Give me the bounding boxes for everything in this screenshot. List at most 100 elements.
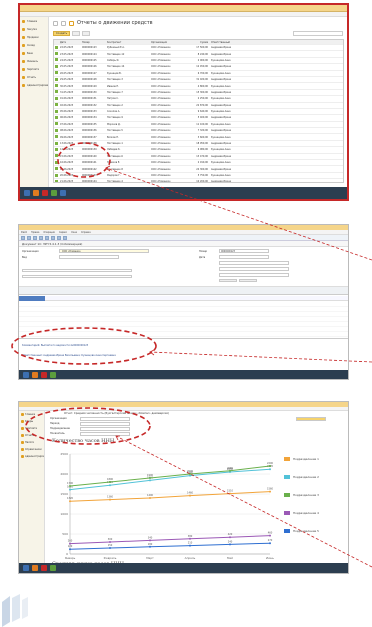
cell-responsible: Андреева Ирина [211, 78, 232, 82]
app-icon[interactable] [51, 190, 57, 196]
sidebar-item[interactable]: Закупки [20, 25, 48, 33]
data-label: 300 [108, 538, 113, 541]
section-icon [22, 35, 25, 39]
toolbar: Создать [50, 29, 347, 37]
add-button[interactable] [239, 279, 257, 282]
section-icon [22, 67, 25, 71]
col-sum[interactable]: Сумма [190, 41, 210, 44]
toolbar-button[interactable] [63, 235, 67, 240]
app-icon[interactable] [42, 190, 48, 196]
toolbar-button[interactable] [45, 235, 49, 240]
extra-field[interactable] [219, 267, 289, 271]
data-label: 380 [188, 535, 193, 538]
menu-item[interactable]: Операции [43, 230, 55, 234]
table-row[interactable] [45, 296, 348, 301]
toolbar-button[interactable] [39, 235, 43, 240]
sidebar-item-label: Склад [27, 43, 35, 47]
sidebar-item[interactable]: Отчеты [20, 73, 48, 81]
sidebar-item[interactable]: Администрирование [19, 453, 44, 460]
table-row[interactable]: 21.06.2023 0000000144 Поставщик-4 ООО «Рома… [54, 179, 343, 182]
forward-button[interactable] [61, 20, 66, 26]
cell-responsible: Кузнецова Анна [211, 110, 231, 114]
comment-field[interactable] [22, 269, 132, 272]
toolbar-button[interactable] [27, 235, 31, 240]
explorer-icon[interactable] [32, 565, 38, 571]
cell-number: 0000000138 [82, 142, 97, 146]
app-icon[interactable] [50, 565, 56, 571]
sidebar-item[interactable]: Налоги [19, 439, 44, 446]
favorite-star-icon[interactable] [69, 20, 74, 26]
cell-sum: 8 240,00 [197, 52, 208, 56]
toolbar-button[interactable] [21, 235, 25, 240]
fill-button[interactable] [219, 279, 237, 282]
data-label: 240 [228, 540, 233, 543]
back-button[interactable] [53, 20, 58, 26]
cell-sum: 5 750,00 [197, 174, 208, 177]
sidebar-item[interactable]: Склад [20, 41, 48, 49]
sidebar-item[interactable]: Кадры [19, 418, 44, 425]
sidebar-item[interactable]: Главное [19, 411, 44, 418]
window-titlebar [20, 5, 347, 12]
param-label: Период [50, 422, 60, 425]
print-button[interactable] [72, 30, 81, 36]
col-organization[interactable]: Организация [150, 41, 190, 44]
toolbar-button[interactable] [33, 235, 37, 240]
cell-date: 25.05.2023 [60, 65, 74, 69]
explorer-icon[interactable] [32, 372, 38, 378]
sidebar-item[interactable]: Финансы [20, 57, 48, 65]
sidebar-item[interactable]: Банк [20, 49, 48, 57]
explorer-icon[interactable] [33, 190, 39, 196]
param-field[interactable] [80, 417, 130, 421]
start-icon[interactable] [23, 372, 29, 378]
cell-organization: ООО «Ромашка» [151, 52, 171, 56]
sidebar-item[interactable]: Зарплата [20, 65, 48, 73]
menu-item[interactable]: Окна [71, 230, 77, 234]
col-date[interactable]: Дата [59, 41, 81, 44]
cell-date: 07.06.2023 [60, 122, 74, 126]
menu-item[interactable]: Файл [21, 230, 27, 234]
extra-field[interactable] [219, 261, 289, 265]
app-icon[interactable] [41, 565, 47, 571]
menu-item[interactable]: Правка [31, 230, 39, 234]
cell-number: 0000000139 [82, 148, 97, 152]
type-field[interactable] [59, 255, 119, 259]
cell-organization: ООО «Ромашка» [151, 90, 171, 94]
sidebar-item[interactable]: Продажи [20, 33, 48, 41]
document-icon [55, 167, 58, 171]
date-field[interactable] [219, 255, 269, 259]
sidebar-item[interactable]: Зарплата [19, 425, 44, 432]
data-label: 420 [228, 533, 233, 536]
note-field[interactable] [22, 275, 132, 278]
col-counterparty[interactable]: Контрагент [106, 41, 150, 44]
app-icon[interactable] [60, 190, 66, 196]
extra-field[interactable] [219, 273, 289, 277]
param-field[interactable] [80, 432, 130, 436]
start-icon[interactable] [24, 190, 30, 196]
param-field[interactable] [80, 422, 130, 426]
document-form-screenshot: Файл Правка Операции Сервис Окна Справка Доку… [18, 224, 349, 380]
cell-date: 31.05.2023 [60, 90, 74, 94]
generate-button[interactable] [296, 417, 326, 421]
create-button[interactable]: Создать [53, 30, 71, 36]
col-number[interactable]: Номер [81, 41, 106, 44]
cell-organization: ООО «Ромашка» [151, 71, 171, 75]
sidebar-item[interactable]: Отчеты [19, 432, 44, 439]
search-input[interactable] [293, 30, 343, 36]
more-button[interactable] [82, 30, 91, 36]
table-row-selected[interactable] [19, 296, 45, 301]
app-icon[interactable] [41, 372, 47, 378]
toolbar-button[interactable] [57, 235, 61, 240]
toolbar-button[interactable] [51, 235, 55, 240]
param-field[interactable] [80, 427, 130, 431]
legend-label: Подразделение 4 [293, 511, 319, 515]
sidebar-item[interactable]: Главное [20, 17, 48, 25]
menu-item[interactable]: Справка [81, 230, 91, 234]
menu-item[interactable]: Сервис [59, 230, 67, 234]
col-responsible[interactable]: Ответственный [210, 41, 343, 44]
start-icon[interactable] [23, 565, 29, 571]
section-icon [21, 441, 24, 444]
sidebar-item[interactable]: Справочники [19, 446, 44, 453]
cell-organization: ООО «Ромашка» [151, 65, 171, 69]
sidebar-item[interactable]: Администрирование [20, 81, 48, 89]
app-icon[interactable] [50, 372, 56, 378]
